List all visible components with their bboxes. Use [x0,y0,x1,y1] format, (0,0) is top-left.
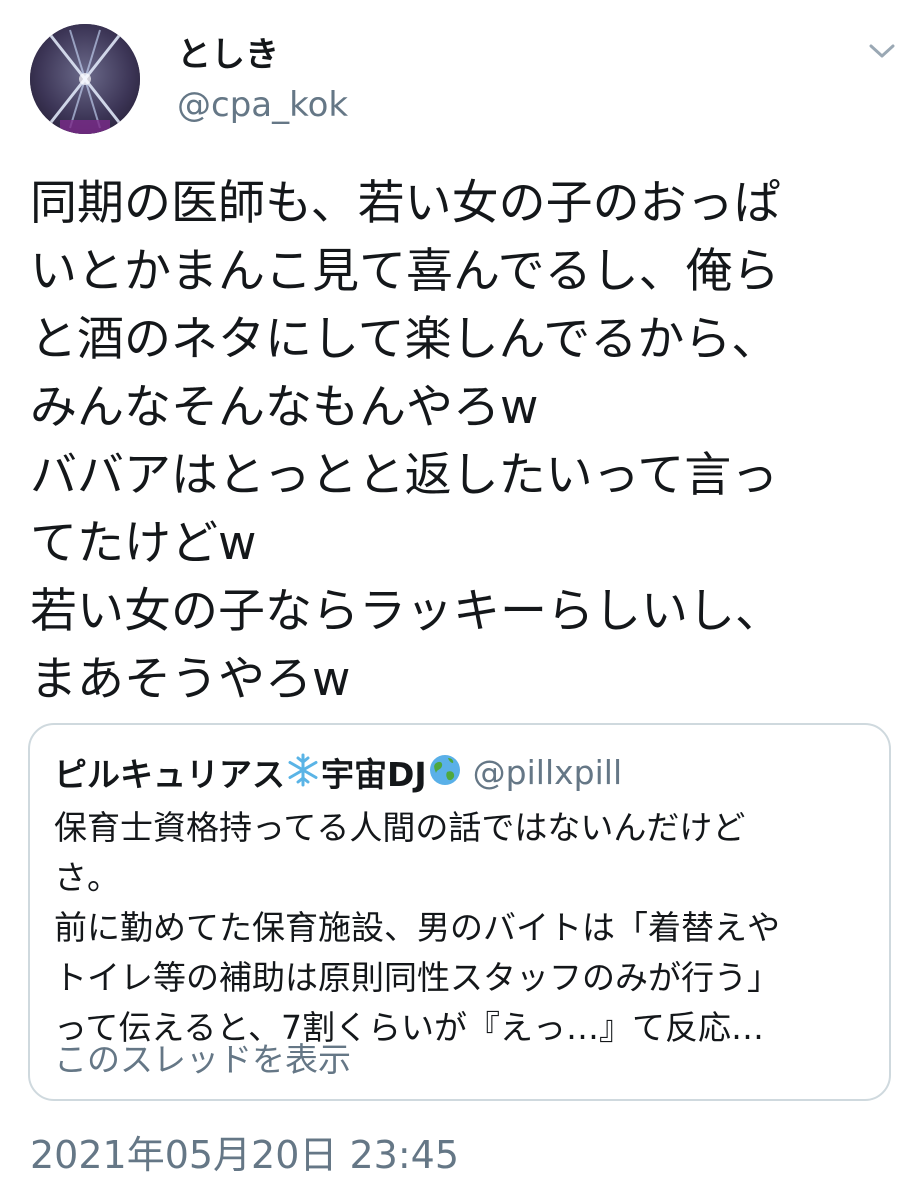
quoted-author-name-suffix: 宇宙DJ [321,755,427,794]
quoted-text-line: さ。 [54,858,120,897]
tweet-text-line: みんなそんなもんやろw [30,380,539,435]
quoted-text-line: トイレ等の補助は原則同性スタッフのみが行う」 [54,958,780,997]
avatar[interactable] [30,24,140,134]
avatar-stage-lights-icon [30,24,140,134]
globe-icon [427,752,463,792]
quoted-author-handle: @pillxpill [472,752,623,792]
quoted-tweet-card[interactable]: ピルキュリアス 宇宙DJ @pillxpill 保育士資格持ってる人間の話ではな… [28,723,891,1101]
tweet-text-line: まあそうやろw [30,652,351,707]
tweet-text-line: と酒のネタにして楽しんでるから、 [30,312,779,367]
quoted-author-name: ピルキュリアス [54,755,285,794]
quoted-text-line: 保育士資格持ってる人間の話ではないんだけど [54,808,746,847]
tweet-text-line: 同期の医師も、若い女の子のおっぱ [30,176,781,231]
tweet-text-line: 若い女の子ならラッキーらしいし、 [30,584,782,639]
show-thread-link[interactable]: このスレッドを表示 [54,1035,351,1085]
quoted-text-line: 前に勤めてた保育施設、男のバイトは「着替えや [54,908,780,947]
snowflake-icon [285,752,321,792]
tweet-text-line: ババアはとっとと返したいって言っ [30,448,779,503]
tweet-timestamp[interactable]: 2021年05月20日 23:45 [30,1130,459,1180]
chevron-down-icon [869,44,895,58]
quoted-tweet-header: ピルキュリアス 宇宙DJ @pillxpill [54,747,622,797]
tweet-text-line: いとかまんこ見て喜んでるし、俺ら [30,244,780,299]
author-handle[interactable]: @cpa_kok [177,82,348,128]
tweet-text-line: てたけどw [30,516,257,571]
tweet-text: 同期の医師も、若い女の子のおっぱ いとかまんこ見て喜んでるし、俺ら と酒のネタに… [30,170,890,714]
author-display-name[interactable]: としき [177,32,279,78]
quoted-tweet-text: 保育士資格持ってる人間の話ではないんだけど さ。 前に勤めてた保育施設、男のバイ… [54,803,874,1053]
more-options-button[interactable] [862,36,902,66]
